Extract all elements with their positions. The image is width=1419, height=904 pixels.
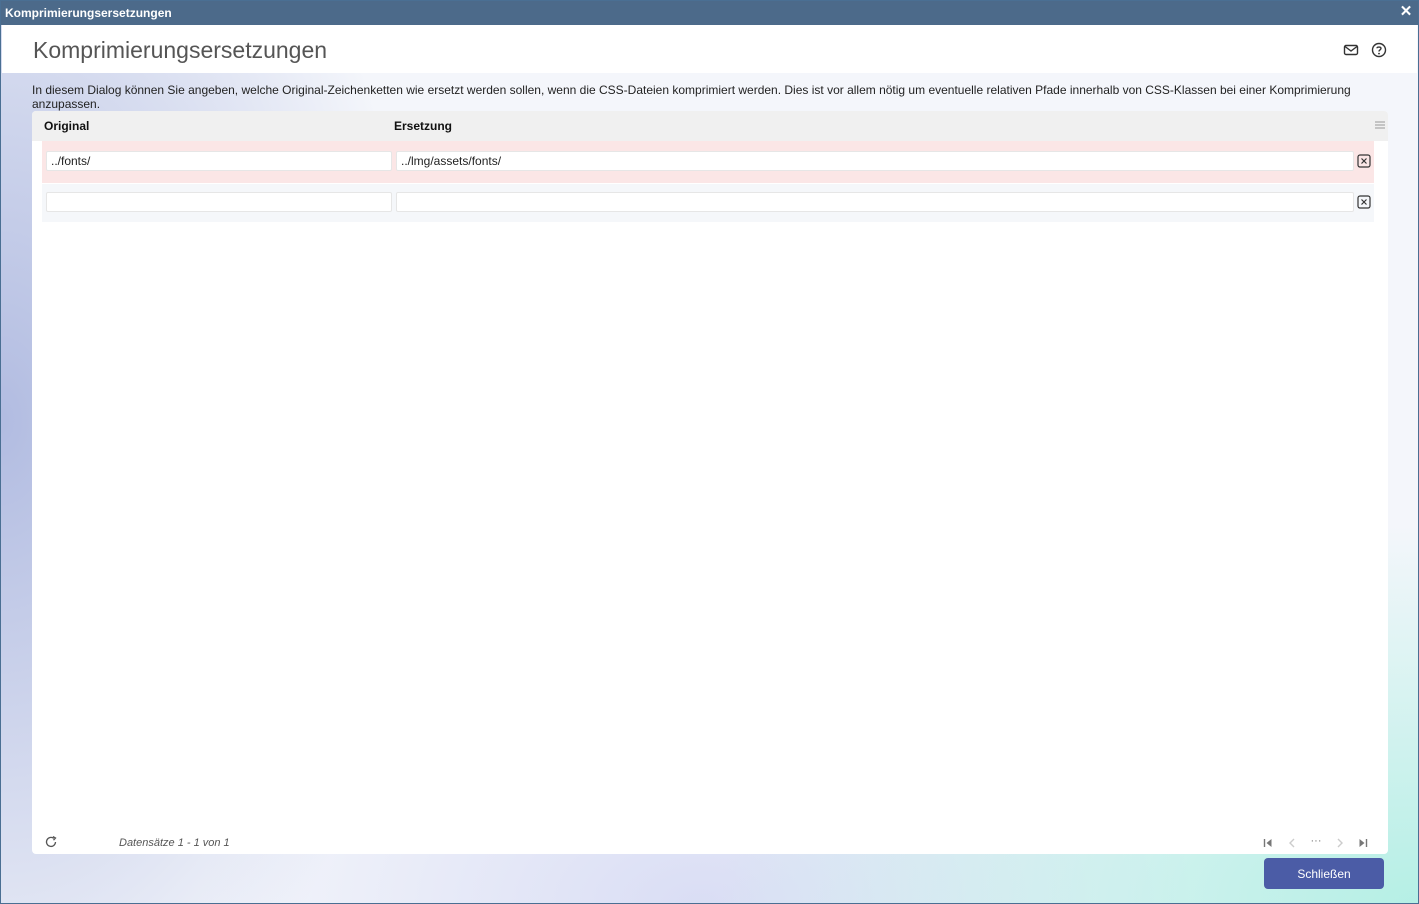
grid-footer: Datensätze 1 - 1 von 1 ··· <box>32 833 1388 853</box>
delete-row-icon[interactable] <box>1357 195 1371 209</box>
original-input[interactable] <box>46 192 392 212</box>
page-title: Komprimierungsersetzungen <box>33 37 328 63</box>
table-row <box>42 141 1374 183</box>
original-input[interactable] <box>46 151 392 171</box>
table-row <box>42 184 1374 222</box>
grid-header: Original Ersetzung <box>32 111 1388 141</box>
dialog-header: Komprimierungsersetzungen <box>2 25 1417 73</box>
pager-ellipsis[interactable]: ··· <box>1309 835 1323 849</box>
window-title: Komprimierungsersetzungen <box>5 6 172 20</box>
column-menu-icon[interactable] <box>1374 119 1386 131</box>
column-header-replacement[interactable]: Ersetzung <box>394 119 452 133</box>
previous-page-icon[interactable] <box>1285 836 1299 850</box>
delete-row-icon[interactable] <box>1357 154 1371 168</box>
replacement-input[interactable] <box>396 192 1354 212</box>
refresh-icon[interactable] <box>44 835 58 849</box>
next-page-icon[interactable] <box>1333 836 1347 850</box>
replacements-grid: Original Ersetzung ../fonts/ ../lmg/asse… <box>32 111 1388 854</box>
dialog-window: Komprimierungsersetzungen ✕ Komprimierun… <box>0 0 1419 904</box>
dialog-description: In diesem Dialog können Sie angeben, wel… <box>32 83 1351 111</box>
first-page-icon[interactable] <box>1261 836 1275 850</box>
replacement-input[interactable] <box>396 151 1354 171</box>
column-header-original[interactable]: Original <box>44 119 89 133</box>
records-count: Datensätze 1 - 1 von 1 <box>119 837 230 849</box>
help-icon[interactable] <box>1370 41 1388 59</box>
close-button[interactable]: Schließen <box>1264 858 1384 889</box>
title-bar[interactable]: Komprimierungsersetzungen ✕ <box>1 1 1418 25</box>
close-window-icon[interactable]: ✕ <box>1398 4 1414 20</box>
mail-icon[interactable] <box>1342 41 1360 59</box>
last-page-icon[interactable] <box>1356 836 1370 850</box>
